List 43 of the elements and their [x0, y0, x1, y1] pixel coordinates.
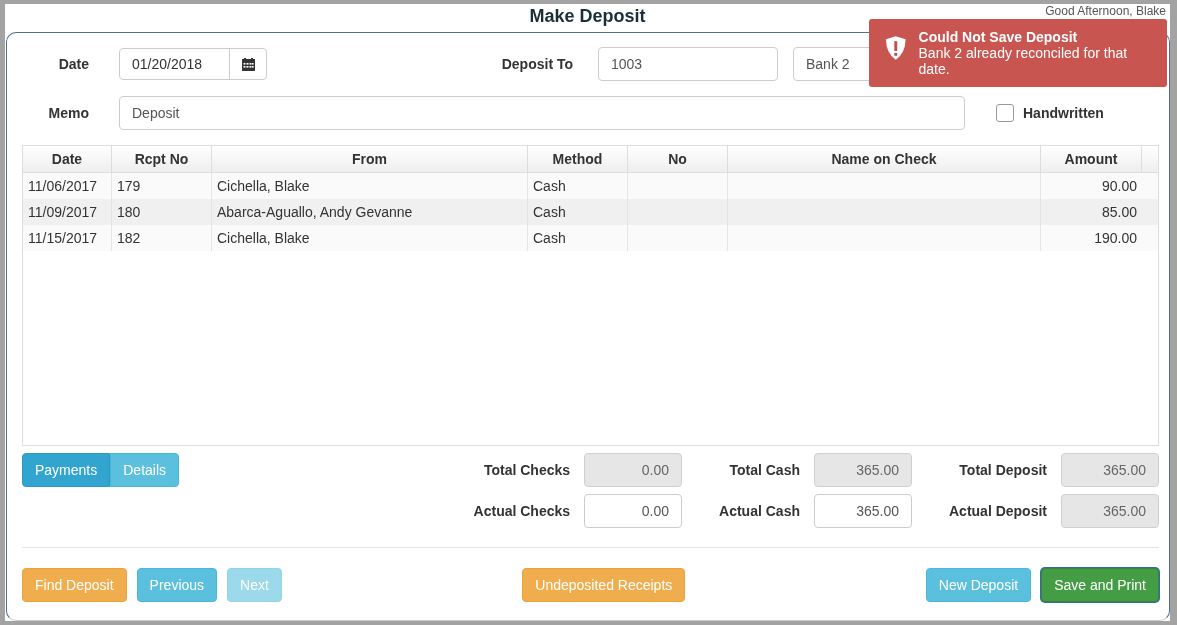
table-cell: Cash — [533, 204, 566, 220]
table-cell: Cash — [533, 230, 566, 246]
table-cell: 11/06/2017 — [28, 178, 98, 194]
date-field[interactable]: 01/20/2018 — [119, 48, 267, 80]
calendar-icon[interactable] — [241, 57, 255, 71]
table-cell: 90.00 — [1101, 178, 1137, 194]
column-header[interactable]: Method — [528, 146, 628, 172]
total-label: Total Cash — [728, 462, 800, 478]
page-title: Make Deposit — [529, 6, 646, 26]
column-header[interactable]: No — [628, 146, 728, 172]
greeting-text: Good Afternoon, Blake — [1045, 4, 1166, 18]
total-label: Total Checks — [482, 462, 571, 478]
date-label: Date — [57, 56, 89, 72]
table-cell: 11/09/2017 — [28, 204, 98, 220]
table-cell: 11/15/2017 — [28, 230, 98, 246]
account-field[interactable]: 1003 — [598, 47, 778, 81]
table-cell: Cash — [533, 178, 566, 194]
column-header[interactable]: From — [212, 146, 528, 172]
table-cell: Cichella, Blake — [217, 230, 310, 246]
deposit-to-label: Deposit To — [500, 56, 573, 72]
table-cell: 182 — [117, 230, 141, 246]
total-label: Actual Checks — [473, 503, 571, 519]
table-cell: 180 — [117, 204, 141, 220]
total-label: Actual Cash — [719, 503, 800, 519]
column-header[interactable]: Date — [23, 146, 112, 172]
table-cell: Cichella, Blake — [217, 178, 310, 194]
column-header[interactable]: Amount — [1041, 146, 1142, 172]
total-label: Actual Deposit — [949, 503, 1047, 519]
shield-alert-icon — [885, 35, 907, 61]
table-cell: 85.00 — [1101, 204, 1137, 220]
column-header[interactable]: Name on Check — [728, 146, 1041, 172]
handwritten-checkbox[interactable] — [996, 104, 1014, 122]
total-label: Total Deposit — [958, 462, 1047, 478]
amount-field[interactable]: 0.00 — [584, 494, 683, 528]
table-cell: Abarca-Aguallo, Andy Gevanne — [217, 204, 413, 220]
handwritten-label: Handwritten — [1023, 105, 1104, 121]
amount-field[interactable]: 365.00 — [814, 494, 912, 528]
table-cell: 190.00 — [1094, 230, 1137, 246]
memo-label: Memo — [47, 105, 89, 121]
table-cell: 179 — [117, 178, 141, 194]
toast-title: Could Not Save Deposit — [918, 29, 1079, 45]
memo-field[interactable]: Deposit — [119, 96, 965, 130]
column-header[interactable]: Rcpt No — [112, 146, 212, 172]
